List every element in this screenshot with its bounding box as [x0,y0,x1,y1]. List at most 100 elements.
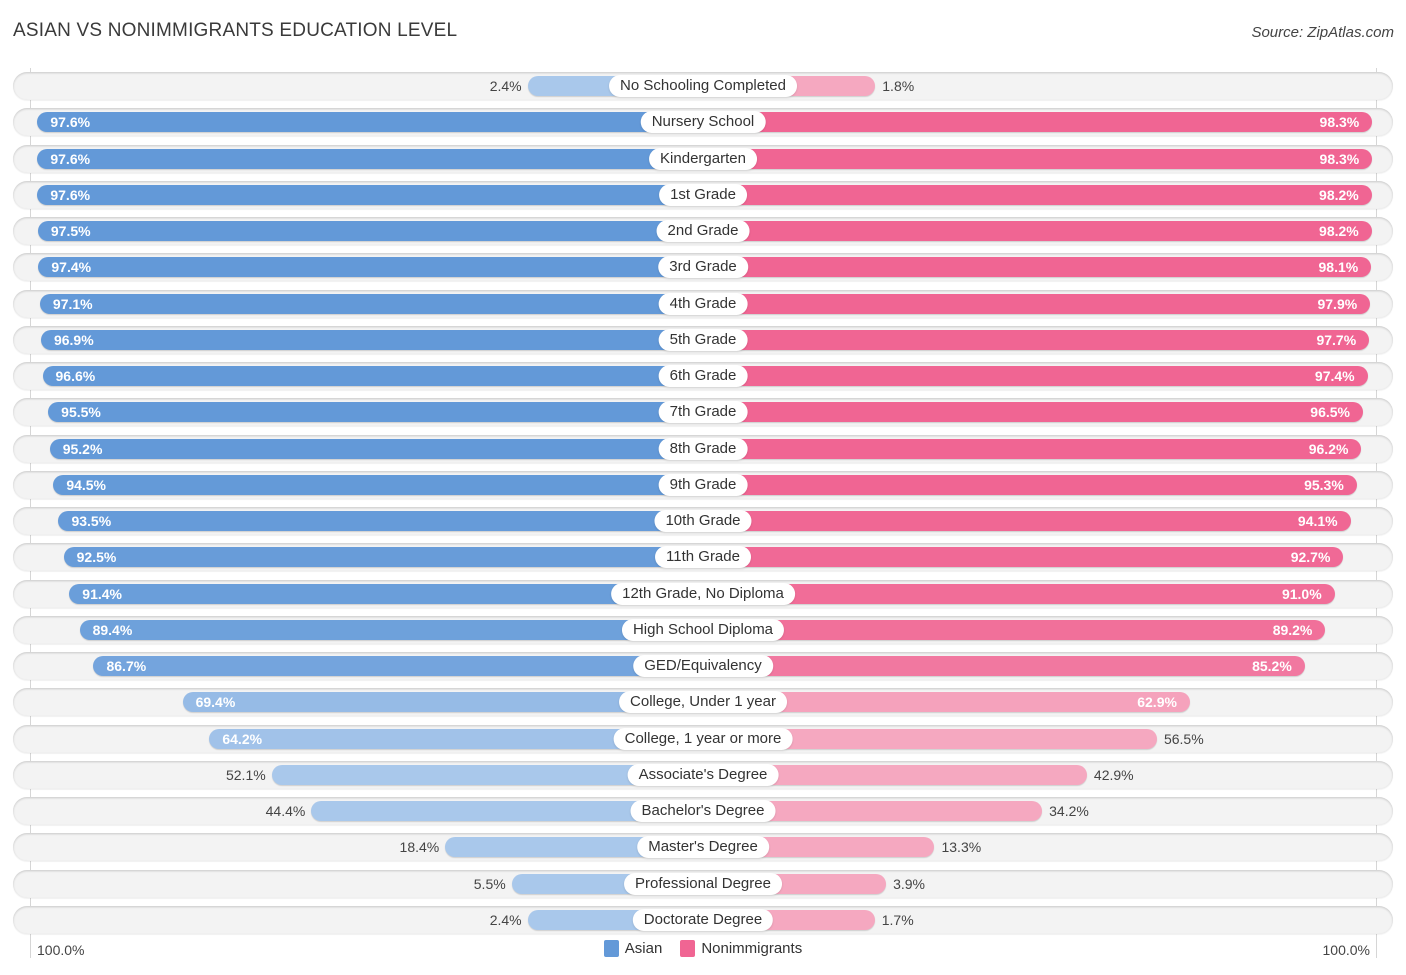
bar-nonimmigrants-12th-grade-no-diploma[interactable] [703,583,1335,604]
bar-asian-9th-grade[interactable] [53,474,703,495]
bar-asian-ged-equivalency[interactable] [93,656,703,676]
legend-label-asian: Asian [624,940,663,957]
value-label-nonimmigrants-6th-grade: 97.4% [1314,368,1355,384]
category-label-college-under-1-year: College, Under 1 year [619,691,787,714]
value-label-asian-10th-grade: 93.5% [71,513,112,529]
bar-asian-8th-grade[interactable] [49,438,703,459]
legend-item-asian[interactable]: Asian [603,940,663,957]
category-label-ged-equivalency: GED/Equivalency [633,655,773,677]
category-label-1st-grade: 1st Grade [659,183,747,206]
value-label-asian-5th-grade: 96.9% [53,331,94,348]
value-label-asian-master-s-degree: 18.4% [399,839,440,856]
bar-nonimmigrants-8th-grade[interactable] [703,438,1362,459]
value-label-nonimmigrants-11th-grade: 92.7% [1290,549,1331,566]
category-label-3rd-grade: 3rd Grade [658,256,748,279]
value-label-nonimmigrants-nursery-school: 98.3% [1319,114,1360,131]
value-label-asian-4th-grade: 97.1% [52,295,93,312]
bar-nonimmigrants-10th-grade[interactable] [703,511,1351,531]
bar-nonimmigrants-3rd-grade[interactable] [703,257,1372,278]
bar-asian-5th-grade[interactable] [40,329,703,350]
value-label-nonimmigrants-8th-grade: 96.2% [1308,440,1349,457]
bar-asian-4th-grade[interactable] [39,293,703,314]
legend-label-nonimmigrants: Nonimmigrants [701,940,803,957]
value-label-asian-nursery-school: 97.6% [50,114,91,131]
bar-asian-12th-grade-no-diploma[interactable] [69,583,703,604]
value-label-asian-high-school-diploma: 89.4% [92,621,133,638]
bar-asian-6th-grade[interactable] [42,366,703,386]
bar-nonimmigrants-high-school-diploma[interactable] [703,619,1326,640]
category-label-5th-grade: 5th Grade [658,328,748,351]
category-label-7th-grade: 7th Grade [658,401,748,424]
bar-nonimmigrants-9th-grade[interactable] [703,474,1357,495]
bar-asian-3rd-grade[interactable] [38,257,703,278]
bar-nonimmigrants-ged-equivalency[interactable] [703,656,1305,676]
bar-asian-11th-grade[interactable] [63,547,703,568]
value-label-nonimmigrants-3rd-grade: 98.1% [1318,259,1359,276]
legend-item-nonimmigrants[interactable]: Nonimmigrants [680,940,802,957]
value-label-nonimmigrants-4th-grade: 97.9% [1317,295,1358,312]
category-label-kindergarten: Kindergarten [649,147,757,170]
category-label-high-school-diploma: High School Diploma [621,618,785,641]
value-label-nonimmigrants-associate-s-degree: 42.9% [1093,766,1134,783]
category-label-nursery-school: Nursery School [640,111,766,134]
bar-nonimmigrants-kindergarten[interactable] [703,148,1373,169]
category-label-11th-grade: 11th Grade [655,546,751,569]
category-label-10th-grade: 10th Grade [654,510,752,532]
source-credit: Source: ZipAtlas.com [1251,24,1394,41]
bar-asian-nursery-school[interactable] [37,112,703,133]
bar-asian-7th-grade[interactable] [48,402,703,423]
category-label-associate-s-degree: Associate's Degree [627,763,779,786]
category-label-2nd-grade: 2nd Grade [656,220,750,242]
value-label-nonimmigrants-high-school-diploma: 89.2% [1272,621,1313,638]
legend: Asian Nonimmigrants [0,940,1406,957]
value-label-nonimmigrants-ged-equivalency: 85.2% [1252,658,1292,674]
value-label-nonimmigrants-2nd-grade: 98.2% [1319,223,1359,239]
value-label-nonimmigrants-12th-grade-no-diploma: 91.0% [1281,585,1322,602]
category-label-12th-grade-no-diploma: 12th Grade, No Diploma [611,582,795,605]
category-label-no-schooling-completed: No Schooling Completed [609,75,797,97]
category-label-master-s-degree: Master's Degree [637,836,769,859]
bar-nonimmigrants-5th-grade[interactable] [703,329,1370,350]
category-label-professional-degree: Professional Degree [624,872,782,895]
bar-asian-10th-grade[interactable] [58,511,703,531]
value-label-nonimmigrants-college-under-1-year: 62.9% [1137,694,1177,711]
bar-nonimmigrants-7th-grade[interactable] [703,402,1363,423]
value-label-nonimmigrants-10th-grade: 94.1% [1297,513,1338,529]
value-label-asian-doctorate-degree: 2.4% [489,911,522,928]
value-label-asian-ged-equivalency: 86.7% [106,658,147,674]
bar-asian-1st-grade[interactable] [37,184,703,205]
value-label-asian-6th-grade: 96.6% [55,368,96,384]
category-label-doctorate-degree: Doctorate Degree [632,908,774,931]
value-label-asian-12th-grade-no-diploma: 91.4% [82,585,122,602]
bar-nonimmigrants-11th-grade[interactable] [703,547,1344,568]
category-label-9th-grade: 9th Grade [658,473,748,496]
value-label-asian-professional-degree: 5.5% [473,875,506,892]
value-label-nonimmigrants-college-1-year-or-more: 56.5% [1163,730,1204,747]
value-label-asian-1st-grade: 97.6% [50,186,91,203]
bar-nonimmigrants-6th-grade[interactable] [703,366,1368,386]
value-label-nonimmigrants-5th-grade: 97.7% [1316,331,1357,348]
value-label-nonimmigrants-professional-degree: 3.9% [893,875,925,892]
bar-nonimmigrants-1st-grade[interactable] [703,184,1372,205]
category-label-4th-grade: 4th Grade [658,292,748,315]
value-label-asian-8th-grade: 95.2% [62,440,103,457]
value-label-nonimmigrants-no-schooling-completed: 1.8% [882,78,915,94]
value-label-asian-college-under-1-year: 69.4% [195,694,236,711]
value-label-asian-7th-grade: 95.5% [61,404,101,421]
chart-title: ASIAN VS NONIMMIGRANTS EDUCATION LEVEL [13,20,458,41]
legend-swatch-nonimmigrants [680,940,696,957]
bar-nonimmigrants-4th-grade[interactable] [703,293,1371,314]
value-label-nonimmigrants-kindergarten: 98.3% [1319,150,1360,167]
value-label-asian-college-1-year-or-more: 64.2% [222,730,263,747]
value-label-asian-9th-grade: 94.5% [66,476,107,493]
category-label-8th-grade: 8th Grade [658,437,748,460]
value-label-asian-associate-s-degree: 52.1% [225,766,266,783]
bar-nonimmigrants-2nd-grade[interactable] [703,221,1372,241]
value-label-asian-2nd-grade: 97.5% [50,223,91,239]
value-label-nonimmigrants-1st-grade: 98.2% [1319,186,1359,203]
bar-asian-2nd-grade[interactable] [37,221,703,241]
value-label-asian-3rd-grade: 97.4% [51,259,92,276]
bar-nonimmigrants-nursery-school[interactable] [703,112,1373,133]
bar-asian-kindergarten[interactable] [37,148,703,169]
bar-asian-high-school-diploma[interactable] [79,619,703,640]
